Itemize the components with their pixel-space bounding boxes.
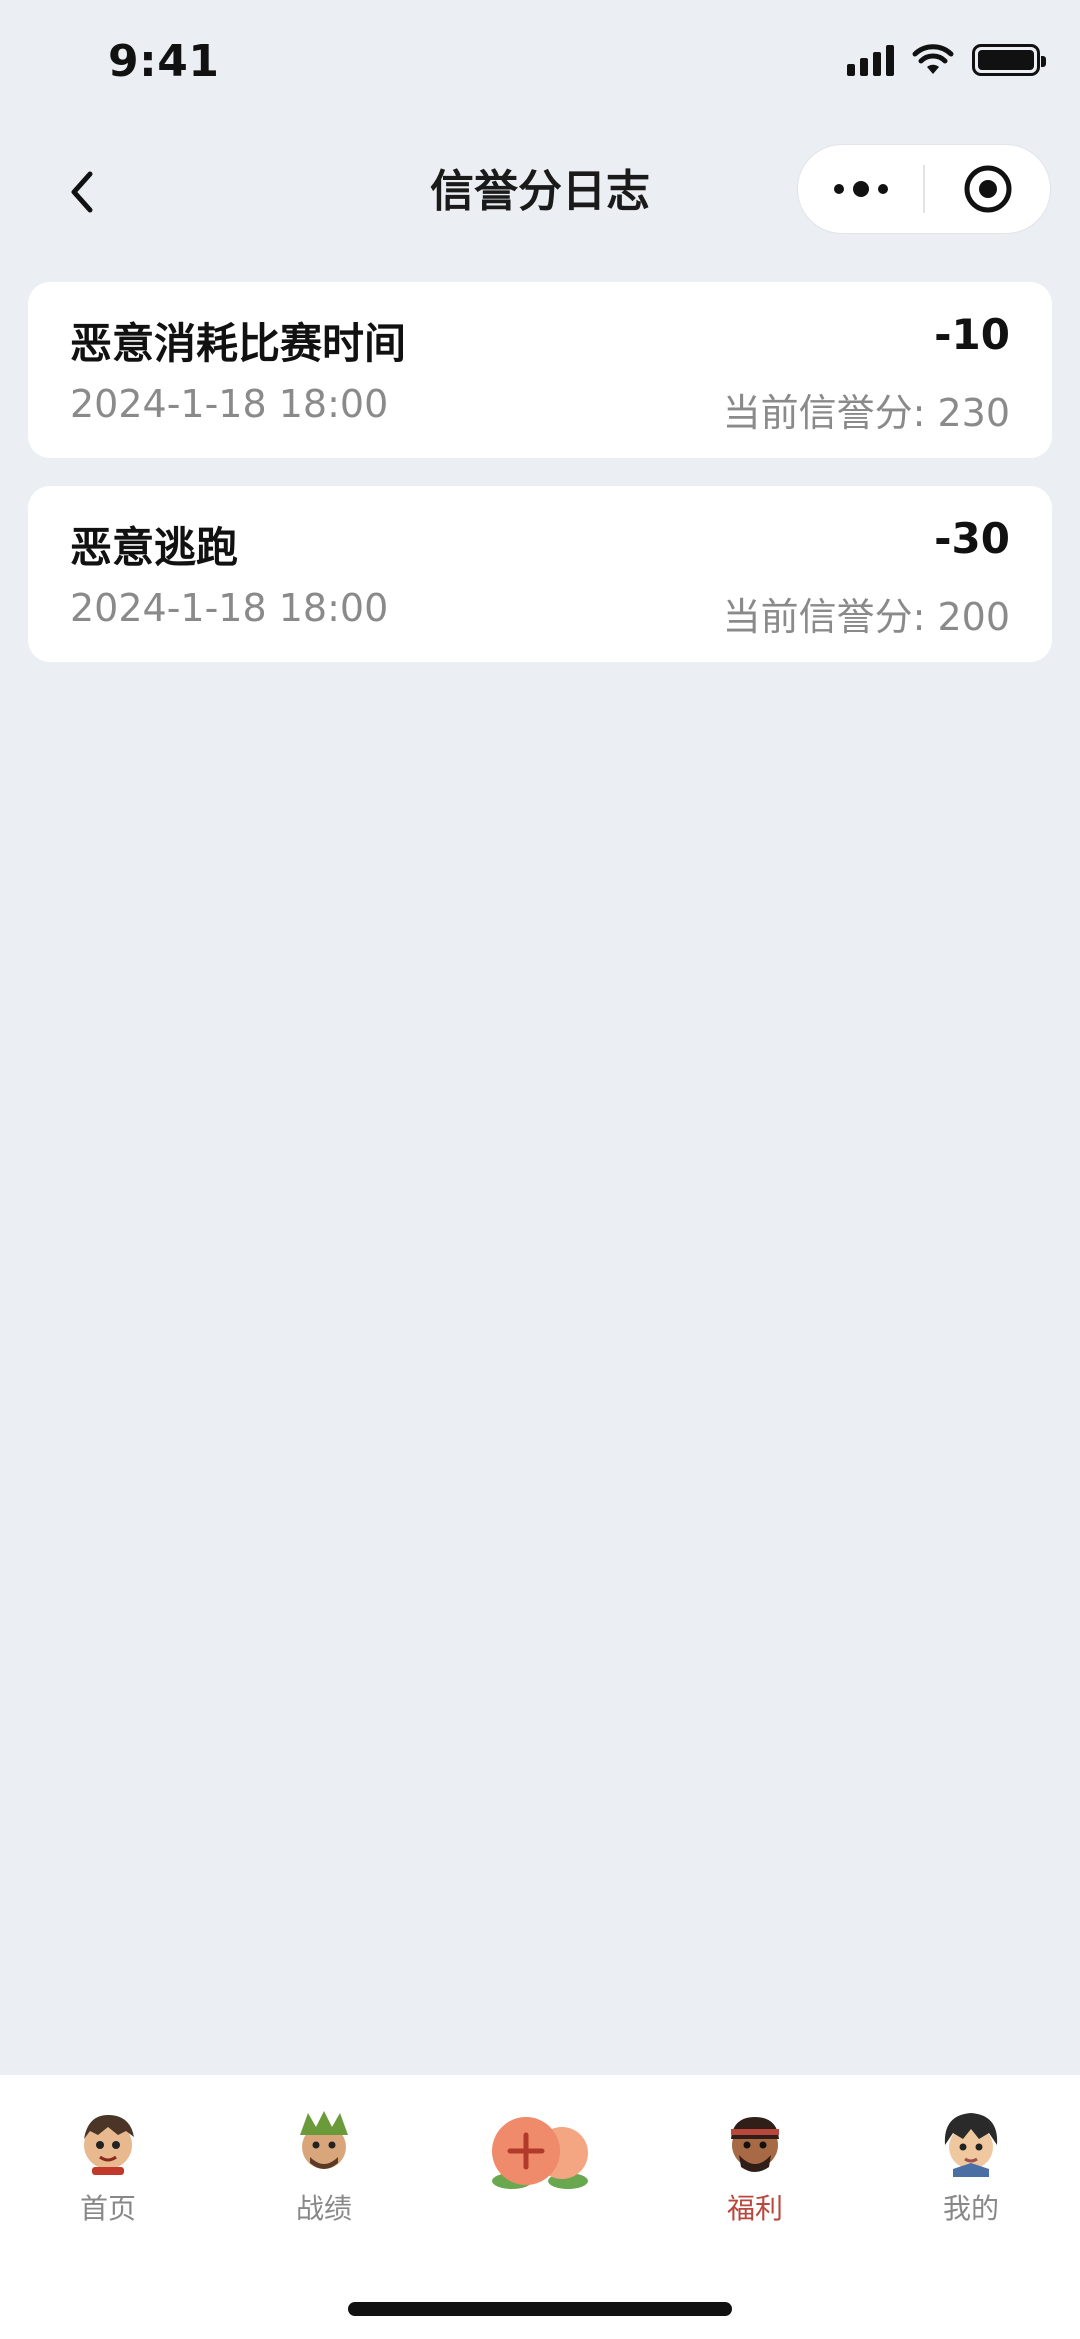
list-item: 恶意消耗比赛时间 -10 2024-1-18 18:00 当前信誉分: 230 [28,282,1052,458]
status-icons [847,44,1046,76]
list-item: 恶意逃跑 -30 2024-1-18 18:00 当前信誉分: 200 [28,486,1052,662]
record-avatar-icon [300,2111,348,2169]
welfare-avatar-icon [731,2117,779,2172]
tab-label: 首页 [79,2192,136,2225]
score-value: 230 [937,391,1010,435]
tab-label: 战绩 [295,2192,352,2225]
more-button[interactable] [798,145,923,233]
tab-label: 福利 [726,2192,783,2225]
score-value: 200 [937,595,1010,639]
close-mini-program-button[interactable] [925,145,1050,233]
target-circle-icon [964,165,1011,213]
tab-records[interactable]: 战绩 [259,2105,389,2227]
record-reason: 恶意消耗比赛时间 [70,319,407,368]
tab-center-peach[interactable] [482,2105,598,2195]
signal-icon [847,44,894,76]
tab-home[interactable]: 首页 [43,2105,173,2227]
tab-mine[interactable]: 我的 [906,2105,1036,2227]
tab-welfare[interactable]: 福利 [690,2105,820,2227]
tab-bar: 首页 战绩 福利 我的 [0,2075,1080,2339]
record-time: 2024-1-18 18:00 [70,586,389,630]
score-label: 当前信誉分: [722,391,926,435]
battery-icon [972,44,1046,76]
status-time: 9:41 [108,36,220,87]
mini-program-capsule [797,144,1051,234]
tab-label: 我的 [942,2192,999,2225]
peach-plus-icon [492,2117,588,2189]
more-dots-icon [833,181,888,197]
record-current-score: 当前信誉分: 230 [723,382,1010,437]
home-indicator-bar [348,2302,732,2316]
status-bar: 9:41 [0,0,1080,130]
record-current-score: 当前信誉分: 200 [723,586,1010,641]
score-label: 当前信誉分: [722,595,926,639]
credit-log-list: 恶意消耗比赛时间 -10 2024-1-18 18:00 当前信誉分: 230 … [28,282,1052,690]
mine-avatar-icon [944,2113,998,2177]
record-delta: -10 [934,310,1010,359]
wifi-icon [912,44,954,74]
record-delta: -30 [934,514,1010,563]
record-time: 2024-1-18 18:00 [70,382,389,426]
record-reason: 恶意逃跑 [70,523,239,572]
home-avatar-icon [84,2115,134,2175]
nav-bar: 信誉分日志 [0,130,1080,250]
